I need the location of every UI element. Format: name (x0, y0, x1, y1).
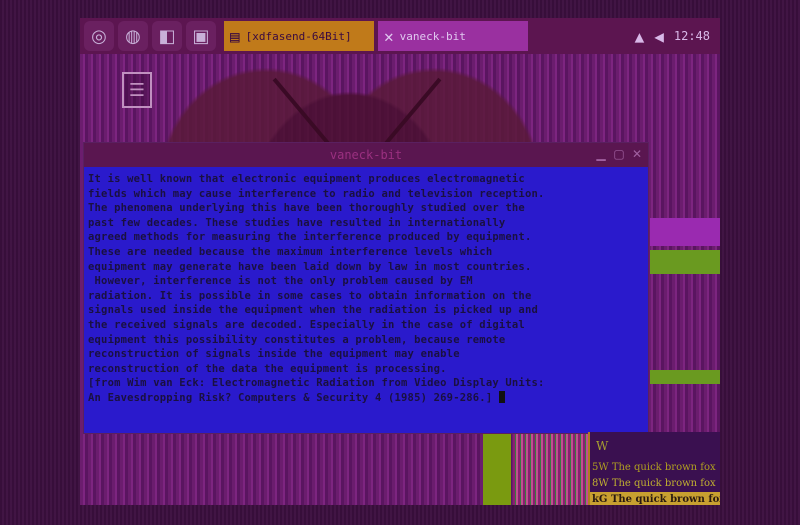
terminal-line: However, interference is not the only pr… (88, 275, 473, 288)
terminal-window[interactable]: vaneck-bit ▁ ▢ ✕ It is well known that e… (83, 142, 649, 434)
font-sample-line: 5W The quick brown fox (592, 462, 716, 473)
font-sample-header: W (596, 439, 609, 453)
terminal-line: equipment may generate have been laid do… (88, 260, 532, 273)
terminal-line: equipment this possibility constitutes a… (88, 333, 506, 346)
terminal-line: past few decades. These studies have res… (88, 216, 506, 229)
terminal-task-icon: ▤ (230, 26, 240, 46)
tool-icon[interactable]: ◧ (152, 21, 182, 51)
taskbar: ◎ ◍ ◧ ▣ ▤ [xdfasend-64Bit] ✕ vaneck-bit … (80, 18, 720, 54)
minimize-icon[interactable]: ▁ (594, 147, 608, 161)
clock[interactable]: 12:48 (674, 29, 710, 43)
text-cursor (498, 390, 505, 403)
font-sample-line: 8W The quick brown fox (592, 478, 716, 489)
terminal-output[interactable]: It is well known that electronic equipme… (84, 167, 648, 406)
background-window-strip (650, 370, 720, 384)
terminal-line: These are needed because the maximum int… (88, 245, 493, 258)
terminal-titlebar[interactable]: vaneck-bit ▁ ▢ ✕ (84, 143, 648, 167)
x-app-icon: ✕ (384, 26, 394, 46)
window-title: vaneck-bit (329, 148, 403, 162)
volume-icon[interactable]: ◀ (654, 27, 664, 46)
taskbar-task-label: [xdfasend-64Bit] (245, 29, 352, 43)
font-sample-line: kG The quick brown fox (590, 492, 720, 505)
terminal-line: signals used inside the equipment when t… (88, 304, 538, 317)
background-window-fragment (483, 432, 511, 505)
background-window-strip (650, 250, 720, 274)
background-window-fragment (513, 432, 588, 505)
desktop-screen: ◎ ◍ ◧ ▣ ▤ [xdfasend-64Bit] ✕ vaneck-bit … (80, 18, 720, 505)
terminal-line: reconstruction of the data the equipment… (88, 362, 447, 375)
browser-icon[interactable]: ◍ (118, 21, 148, 51)
maximize-icon[interactable]: ▢ (612, 147, 626, 161)
background-window-strip (650, 218, 720, 246)
close-icon[interactable]: ✕ (630, 147, 644, 161)
menu-icon[interactable]: ◎ (84, 21, 114, 51)
terminal-icon[interactable]: ▣ (186, 21, 216, 51)
font-sample-window[interactable]: W 5W The quick brown fox 8W The quick br… (588, 432, 720, 505)
taskbar-task-vaneck[interactable]: ✕ vaneck-bit (378, 21, 528, 51)
terminal-line: the received signals are decoded. Especi… (88, 318, 525, 331)
terminal-line: fields which may cause interference to r… (88, 187, 545, 200)
terminal-line: [from Wim van Eck: Electromagnetic Radia… (88, 377, 545, 390)
terminal-line: It is well known that electronic equipme… (88, 173, 525, 185)
taskbar-task-label: vaneck-bit (399, 29, 466, 43)
terminal-line: reconstruction of signals inside the equ… (88, 348, 460, 361)
system-tray: ▲ ◀ 12:48 (635, 27, 720, 46)
terminal-line: An Eavesdropping Risk? Computers & Secur… (88, 391, 499, 404)
desktop-file-icon[interactable]: ☰ (122, 72, 152, 108)
terminal-line: agreed methods for measuring the interfe… (88, 231, 532, 244)
taskbar-task-terminal[interactable]: ▤ [xdfasend-64Bit] (224, 21, 374, 51)
terminal-line: radiation. It is possible in some cases … (88, 289, 532, 302)
terminal-line: The phenomena underlying this have been … (88, 202, 525, 215)
tray-arrow-icon[interactable]: ▲ (635, 27, 645, 46)
